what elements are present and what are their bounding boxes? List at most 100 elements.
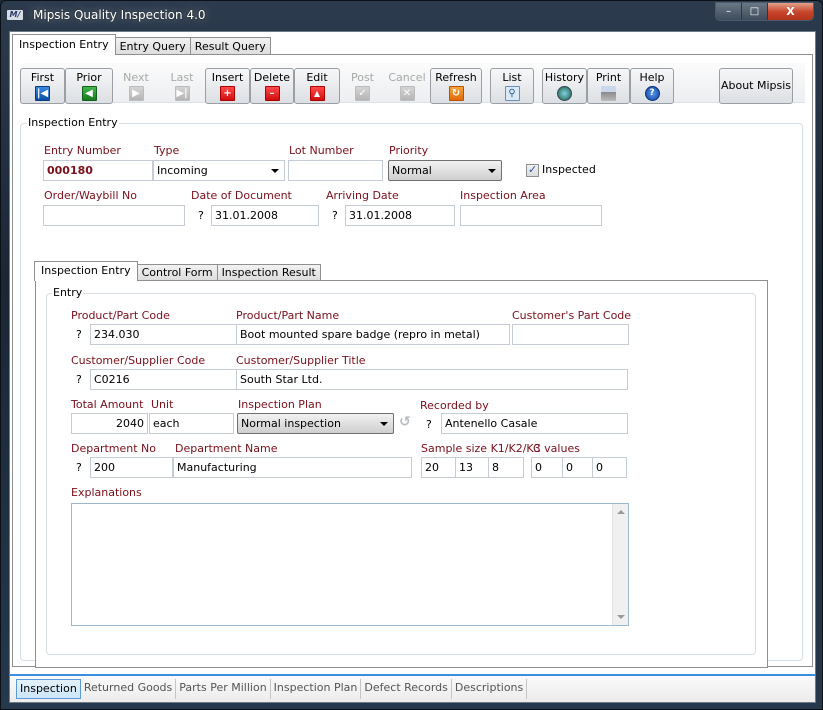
- priority-select[interactable]: Normal: [388, 160, 502, 181]
- tab-result-query[interactable]: Result Query: [189, 37, 271, 55]
- entry-number-field[interactable]: 000180: [43, 160, 153, 181]
- product-code-field[interactable]: 234.030: [90, 324, 238, 345]
- refresh-button[interactable]: Refresh ↻: [430, 68, 482, 104]
- c-values-label: C values: [533, 442, 580, 455]
- unit-label: Unit: [151, 398, 174, 411]
- prior-button[interactable]: Prior ◀: [65, 68, 113, 104]
- prior-record-icon: ◀: [81, 86, 97, 101]
- tab-inner-inspection-entry[interactable]: Inspection Entry: [34, 261, 138, 281]
- entry-group: Entry Product/Part Code ? 234.030 Produc…: [46, 286, 756, 655]
- order-waybill-label: Order/Waybill No: [44, 189, 137, 202]
- scroll-up-icon[interactable]: [617, 510, 625, 514]
- lot-number-field[interactable]: [288, 160, 383, 181]
- insert-button[interactable]: Insert +: [205, 68, 250, 104]
- date-of-document-lookup[interactable]: ?: [198, 209, 204, 222]
- product-code-label: Product/Part Code: [71, 309, 170, 322]
- chevron-down-icon: [271, 169, 279, 173]
- post-button[interactable]: Post ✓: [340, 68, 385, 104]
- recorded-by-field[interactable]: Antenello Casale: [441, 413, 628, 434]
- bottom-module-tabs: Inspection Returned Goods Parts Per Mill…: [16, 679, 528, 699]
- c-value-2-field[interactable]: 0: [562, 457, 593, 478]
- entry-number-label: Entry Number: [44, 144, 121, 157]
- total-amount-label: Total Amount: [71, 398, 144, 411]
- date-of-document-label: Date of Document: [191, 189, 292, 202]
- next-record-icon: ▶: [128, 86, 144, 101]
- history-button[interactable]: History: [542, 68, 587, 104]
- sample-size-k3-field[interactable]: 8: [488, 457, 524, 478]
- customer-part-code-field[interactable]: [512, 324, 629, 345]
- tab-defect-records[interactable]: Defect Records: [361, 679, 452, 699]
- list-button[interactable]: List ⚲: [490, 68, 534, 104]
- total-amount-field[interactable]: 2040: [71, 413, 148, 434]
- tab-returned-goods[interactable]: Returned Goods: [81, 679, 177, 699]
- check-icon: ✓: [355, 86, 370, 101]
- maximize-button[interactable]: □: [742, 3, 768, 20]
- inspection-plan-select[interactable]: Normal inspection: [237, 413, 394, 434]
- c-value-3-field[interactable]: 0: [592, 457, 627, 478]
- tab-inspection-plan[interactable]: Inspection Plan: [271, 679, 362, 699]
- title-bar: M/ Mipsis Quality Inspection 4.0 – □ X: [1, 1, 822, 31]
- close-button[interactable]: X: [768, 3, 813, 20]
- scroll-down-icon[interactable]: [617, 615, 625, 619]
- group-title: Inspection Entry: [27, 116, 119, 129]
- minus-icon: –: [264, 86, 280, 101]
- arriving-date-field[interactable]: 31.01.2008: [345, 205, 455, 226]
- recorded-by-label: Recorded by: [420, 399, 489, 412]
- tab-descriptions[interactable]: Descriptions: [452, 679, 528, 699]
- inspection-area-field[interactable]: [460, 205, 602, 226]
- c-value-1-field[interactable]: 0: [531, 457, 563, 478]
- next-button[interactable]: Next ▶: [113, 68, 159, 104]
- tab-inspection[interactable]: Inspection: [16, 679, 81, 699]
- explanations-textarea[interactable]: [71, 503, 629, 626]
- product-code-lookup[interactable]: ?: [76, 328, 82, 341]
- arriving-date-label: Arriving Date: [326, 189, 399, 202]
- tab-entry-query[interactable]: Entry Query: [114, 37, 191, 55]
- toolbar: First |◀ Prior ◀ Next ▶ Last ▶| Insert +…: [20, 63, 805, 104]
- edit-button[interactable]: Edit ▲: [294, 68, 340, 104]
- arriving-date-lookup[interactable]: ?: [332, 209, 338, 222]
- tab-inspection-entry[interactable]: Inspection Entry: [12, 34, 116, 55]
- product-name-field[interactable]: Boot mounted spare badge (repro in metal…: [236, 324, 510, 345]
- inspection-plan-label: Inspection Plan: [238, 398, 322, 411]
- department-no-lookup[interactable]: ?: [76, 461, 82, 474]
- supplier-code-field[interactable]: C0216: [90, 369, 238, 390]
- unit-field[interactable]: each: [149, 413, 234, 434]
- help-question-icon: ?: [644, 86, 660, 101]
- customer-part-code-label: Customer's Part Code: [512, 309, 632, 322]
- reset-undo-icon[interactable]: ↺: [399, 414, 411, 430]
- delete-button[interactable]: Delete –: [250, 68, 294, 104]
- first-button[interactable]: First |◀: [20, 68, 65, 104]
- department-name-label: Department Name: [175, 442, 278, 455]
- tab-inspection-result[interactable]: Inspection Result: [216, 264, 321, 281]
- cancel-button[interactable]: Cancel ✕: [385, 68, 429, 104]
- date-of-document-field[interactable]: 31.01.2008: [211, 205, 319, 226]
- order-waybill-field[interactable]: [43, 205, 185, 226]
- minimize-button[interactable]: –: [716, 3, 742, 20]
- print-button[interactable]: Print: [587, 68, 630, 104]
- inspection-area-label: Inspection Area: [460, 189, 546, 202]
- type-select[interactable]: Incoming: [153, 160, 285, 181]
- help-button[interactable]: Help ?: [630, 68, 674, 104]
- inner-tabs: Inspection Entry Control Form Inspection…: [34, 261, 321, 281]
- last-button[interactable]: Last ▶|: [159, 68, 205, 104]
- inspected-checkbox[interactable]: ✓: [526, 163, 539, 177]
- tab-parts-per-million[interactable]: Parts Per Million: [176, 679, 271, 699]
- type-label: Type: [154, 144, 180, 157]
- cancel-x-icon: ✕: [399, 86, 415, 101]
- entry-group-title: Entry: [52, 286, 84, 299]
- supplier-code-lookup[interactable]: ?: [76, 373, 82, 386]
- client-area: Inspection Entry Entry Query Result Quer…: [9, 31, 816, 703]
- recorded-by-lookup[interactable]: ?: [426, 418, 432, 431]
- explanations-scrollbar[interactable]: [612, 504, 628, 625]
- supplier-title-field[interactable]: South Star Ltd.: [236, 369, 628, 390]
- sample-size-k1-field[interactable]: 20: [421, 457, 456, 478]
- department-name-field[interactable]: Manufacturing: [173, 457, 412, 478]
- tab-control-form[interactable]: Control Form: [136, 264, 218, 281]
- sample-size-k2-field[interactable]: 13: [455, 457, 489, 478]
- about-mipsis-button[interactable]: About Mipsis: [719, 68, 793, 104]
- department-no-field[interactable]: 200: [90, 457, 173, 478]
- first-record-icon: |◀: [35, 86, 50, 101]
- caption-buttons: – □ X: [715, 2, 814, 21]
- printer-icon: [601, 86, 616, 101]
- refresh-icon: ↻: [448, 86, 464, 101]
